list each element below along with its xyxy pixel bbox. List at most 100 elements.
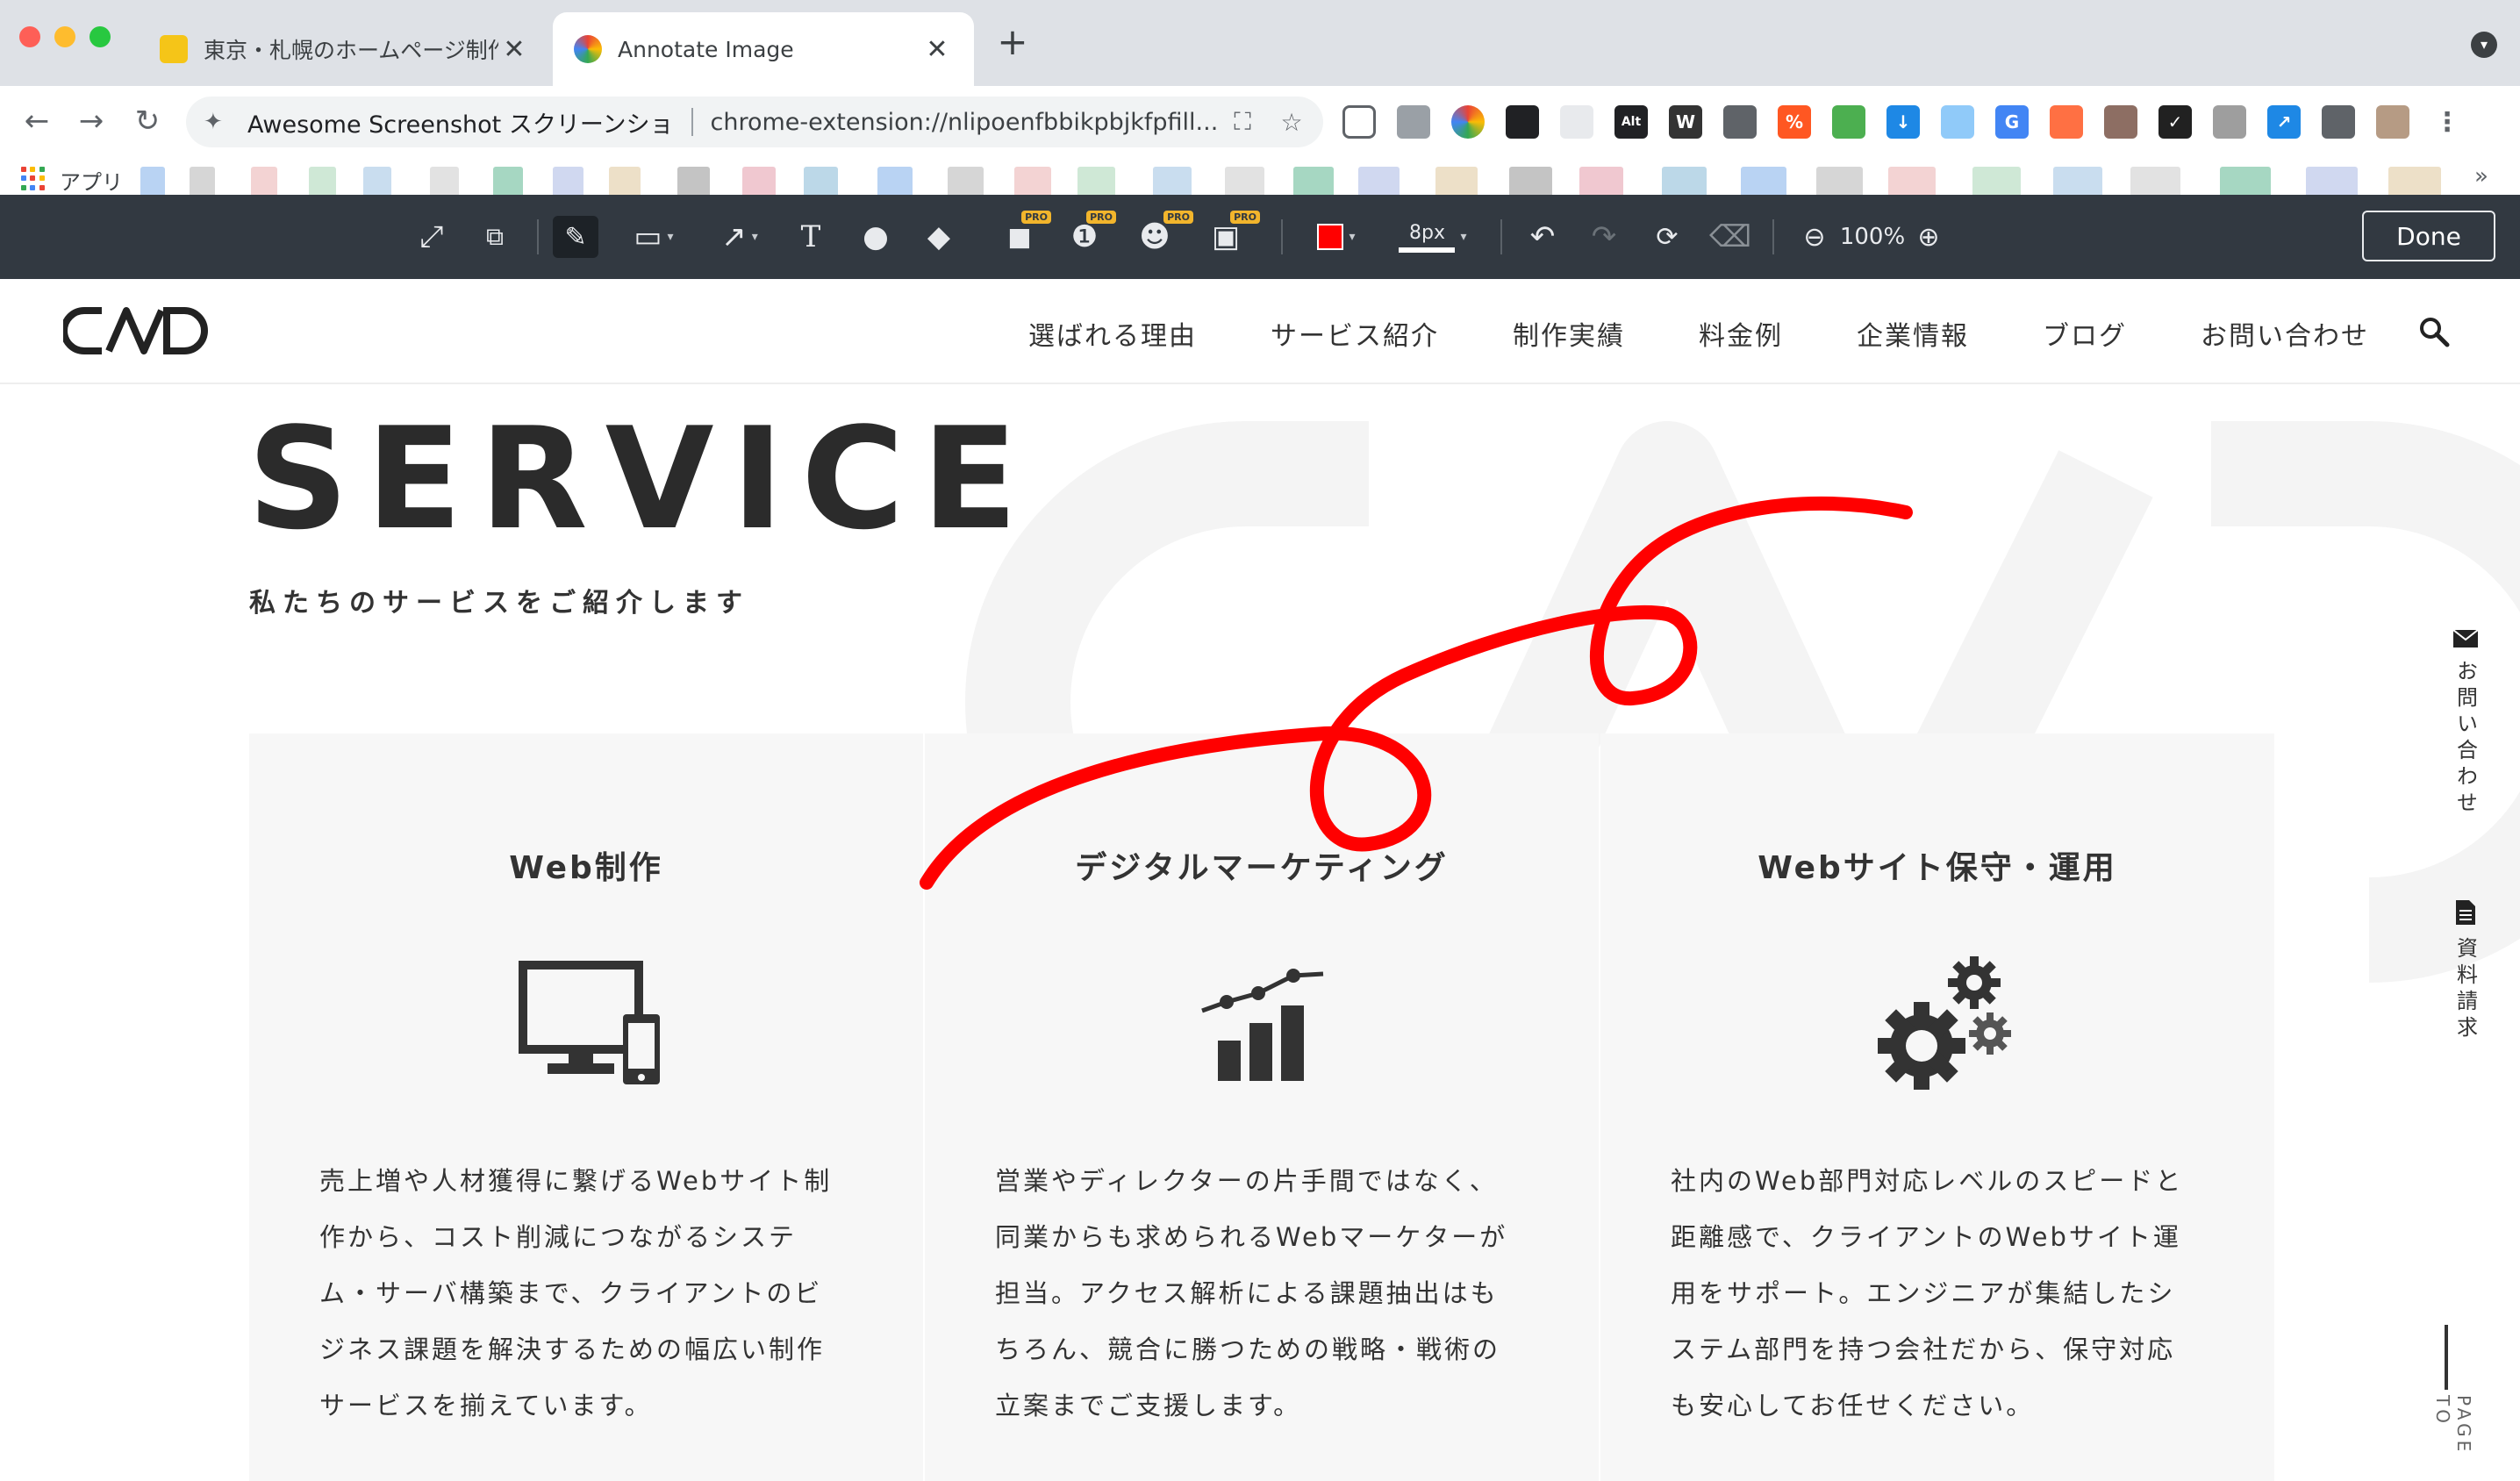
color-picker[interactable]: ▾: [1307, 216, 1365, 258]
bookmark-shortcut[interactable]: [1153, 167, 1192, 198]
browser-menu-icon[interactable]: ⋮: [2431, 105, 2464, 139]
w-icon[interactable]: W: [1669, 105, 1702, 139]
side-contact-link[interactable]: お問い合わせ: [2411, 630, 2520, 818]
bookmarks-overflow-icon[interactable]: »: [2474, 163, 2488, 190]
bookmark-shortcut[interactable]: [363, 167, 391, 198]
bookmark-shortcut[interactable]: [1579, 167, 1623, 198]
tab-close-icon[interactable]: ✕: [921, 33, 953, 65]
nav-services[interactable]: サービス紹介: [1271, 314, 1439, 353]
bookmark-shortcut[interactable]: [742, 167, 776, 198]
hammer-icon[interactable]: [2104, 105, 2137, 139]
qr-code-icon[interactable]: [1506, 105, 1539, 139]
emoji-icon[interactable]: ☻ PRO: [1128, 211, 1193, 258]
rectangle-tool-icon[interactable]: ▭ ▾: [623, 216, 684, 258]
undo-icon[interactable]: ↶: [1523, 216, 1562, 258]
bookmark-shortcut[interactable]: [1225, 167, 1264, 198]
bookmark-shortcut[interactable]: [877, 167, 913, 198]
apps-grid-icon[interactable]: [21, 167, 46, 191]
stroke-size-select[interactable]: 8px ▾: [1392, 216, 1474, 258]
lantern-icon[interactable]: [2050, 105, 2083, 139]
address-bar[interactable]: ✦ Awesome Screenshot スクリーンショ chrome-exte…: [186, 97, 1323, 147]
blur-drop-icon[interactable]: ●: [856, 216, 895, 258]
service-card-web[interactable]: Web制作 売上増や人材獲得に繋げるWebサイト制 作から、コスト削減につながる…: [249, 733, 923, 1481]
redo-icon[interactable]: ↷: [1585, 216, 1623, 258]
clover-icon[interactable]: [1832, 105, 1865, 139]
translate-icon[interactable]: ⛶: [1225, 107, 1260, 137]
number-step-icon[interactable]: ❶ PRO: [1065, 211, 1116, 258]
google-translate-icon[interactable]: G: [1995, 105, 2029, 139]
bookmark-shortcut[interactable]: [1293, 167, 1334, 198]
bookmark-shortcut[interactable]: [1888, 167, 1936, 198]
tab-annotate-image[interactable]: Annotate Image ✕: [553, 12, 974, 86]
fullscreen-icon[interactable]: ⤢: [412, 216, 451, 258]
camera-icon[interactable]: [1397, 105, 1430, 139]
bookmark-shortcut[interactable]: [1972, 167, 2021, 198]
forward-arrow-icon[interactable]: →: [72, 102, 111, 140]
lightning-icon[interactable]: [1560, 105, 1593, 139]
bookmark-shortcut[interactable]: [1014, 167, 1051, 198]
tab-close-icon[interactable]: ✕: [498, 33, 530, 65]
new-tab-button[interactable]: +: [995, 24, 1030, 61]
reload-icon[interactable]: ↻: [128, 102, 167, 140]
bookmark-shortcut[interactable]: [1741, 167, 1786, 198]
done-button[interactable]: Done: [2362, 211, 2495, 261]
auto-clear-icon[interactable]: ⟳: [1648, 216, 1686, 258]
nav-contact[interactable]: お問い合わせ: [2201, 314, 2369, 353]
bookmark-shortcut[interactable]: [609, 167, 641, 198]
extensions-puzzle-icon[interactable]: [2322, 105, 2355, 139]
bookmark-shortcut[interactable]: [251, 167, 277, 198]
minimize-window-button[interactable]: [54, 26, 75, 47]
apps-shortcut[interactable]: アプリ: [60, 165, 123, 196]
bookmark-shortcut[interactable]: [1509, 167, 1552, 198]
nav-reasons[interactable]: 選ばれる理由: [1028, 314, 1197, 353]
bookmark-shortcut[interactable]: [1816, 167, 1863, 198]
nav-blog[interactable]: ブログ: [2043, 314, 2127, 353]
recycle-icon[interactable]: [1723, 105, 1757, 139]
tab-search-chevron-icon[interactable]: ▾: [2471, 32, 2497, 58]
sticker-icon[interactable]: ◼ PRO: [1000, 211, 1051, 258]
bookmark-shortcut[interactable]: [677, 167, 710, 198]
highlighter-icon[interactable]: ◆: [920, 216, 958, 258]
bookmark-shortcut[interactable]: [2306, 167, 2358, 198]
search-icon[interactable]: [2418, 316, 2450, 347]
eyedropper-icon[interactable]: [2213, 105, 2246, 139]
percent-icon[interactable]: %: [1778, 105, 1811, 139]
bookmark-shortcut[interactable]: [2220, 167, 2271, 198]
bookmark-shortcut[interactable]: [493, 167, 523, 198]
bookmark-shortcut[interactable]: [140, 167, 165, 198]
bookmark-shortcut[interactable]: [804, 167, 838, 198]
bookmark-shortcut[interactable]: [1077, 167, 1115, 198]
awesome-screenshot-icon[interactable]: [1451, 105, 1485, 139]
side-documents-link[interactable]: 資料請求: [2411, 900, 2520, 1042]
zoom-window-button[interactable]: [89, 26, 111, 47]
close-window-button[interactable]: [19, 26, 40, 47]
bookmark-shortcut[interactable]: [2053, 167, 2102, 198]
bookmark-shortcut[interactable]: [1358, 167, 1400, 198]
download-icon[interactable]: ↓: [1886, 105, 1920, 139]
alt-text-icon[interactable]: Alt: [1614, 105, 1648, 139]
bookmark-shortcut[interactable]: [430, 167, 459, 198]
resize-icon[interactable]: ↗: [2267, 105, 2301, 139]
crop-icon[interactable]: ⧉: [476, 216, 514, 258]
bookmark-shortcut[interactable]: [190, 167, 215, 198]
address-url[interactable]: chrome-extension://nlipoenfbbikpbjkfpfil…: [711, 109, 1226, 136]
pocket-icon[interactable]: [1342, 105, 1376, 139]
service-card-maintenance[interactable]: Webサイト保守・運用 社内のWeb部門対応レベルのスピードと 距離感で、クライ…: [1600, 733, 2274, 1481]
back-arrow-icon[interactable]: ←: [18, 102, 56, 140]
nav-company[interactable]: 企業情報: [1857, 314, 1969, 353]
bookmark-shortcut[interactable]: [1662, 167, 1707, 198]
zoom-in-icon[interactable]: ⊕: [1909, 216, 1948, 258]
zoom-out-icon[interactable]: ⊖: [1795, 216, 1834, 258]
pen-tool-icon[interactable]: ✎: [553, 216, 598, 258]
checkbox-icon[interactable]: ✓: [2158, 105, 2192, 139]
cnd-logo[interactable]: [63, 300, 212, 363]
bookmark-shortcut[interactable]: [2388, 167, 2441, 198]
profile-avatar[interactable]: [2376, 105, 2409, 139]
eraser-icon[interactable]: ⌫: [1709, 216, 1751, 258]
arrow-tool-icon[interactable]: ↗ ▾: [709, 216, 770, 258]
window-icon[interactable]: [1941, 105, 1974, 139]
nav-works[interactable]: 制作実績: [1513, 314, 1625, 353]
bookmark-shortcut[interactable]: [309, 167, 336, 198]
service-card-marketing[interactable]: デジタルマーケティング 営業やディレクターの片手間ではなく、 同業からも求められ…: [925, 733, 1599, 1481]
bookmark-star-icon[interactable]: ☆: [1274, 108, 1309, 137]
